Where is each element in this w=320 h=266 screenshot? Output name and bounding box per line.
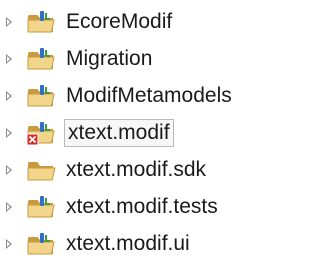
plugin-project-folder-icon — [27, 232, 55, 254]
expand-arrow-icon[interactable] — [6, 201, 12, 212]
plugin-project-folder-icon — [27, 84, 55, 106]
expand-arrow-icon[interactable] — [6, 238, 12, 249]
tree-item-modifmetamodels[interactable]: ModifMetamodels — [0, 77, 280, 114]
project-explorer-tree: EcoreModif Migration ModifMetamodels xte… — [0, 0, 280, 266]
tree-item-xtext-modif[interactable]: xtext.modif — [0, 114, 280, 151]
tree-item-xtext-modif-ui[interactable]: xtext.modif.ui — [0, 225, 280, 262]
expand-arrow-icon[interactable] — [6, 90, 12, 101]
tree-item-label: ModifMetamodels — [66, 83, 232, 107]
tree-item-xtext-modif-sdk[interactable]: xtext.modif.sdk — [0, 151, 280, 188]
expand-arrow-icon[interactable] — [6, 16, 12, 27]
expand-arrow-icon[interactable] — [6, 53, 12, 64]
plugin-project-folder-icon — [27, 10, 55, 32]
plugin-project-folder-icon — [27, 195, 55, 217]
plugin-project-folder-icon — [27, 47, 55, 69]
plain-project-folder-icon — [27, 161, 56, 180]
tree-item-xtext-modif-tests[interactable]: xtext.modif.tests — [0, 188, 280, 225]
tree-item-label: xtext.modif.ui — [66, 231, 190, 255]
tree-item-label: EcoreModif — [66, 9, 173, 33]
tree-item-label: xtext.modif — [64, 118, 174, 147]
tree-item-ecoremodif[interactable]: EcoreModif — [0, 3, 280, 40]
plugin-project-folder-error-icon — [26, 121, 55, 145]
expand-arrow-icon[interactable] — [6, 127, 12, 138]
tree-item-label: xtext.modif.sdk — [66, 157, 207, 181]
expand-arrow-icon[interactable] — [6, 164, 12, 175]
tree-item-migration[interactable]: Migration — [0, 40, 280, 77]
tree-item-label: Migration — [66, 46, 153, 70]
tree-item-label: xtext.modif.tests — [66, 194, 218, 218]
